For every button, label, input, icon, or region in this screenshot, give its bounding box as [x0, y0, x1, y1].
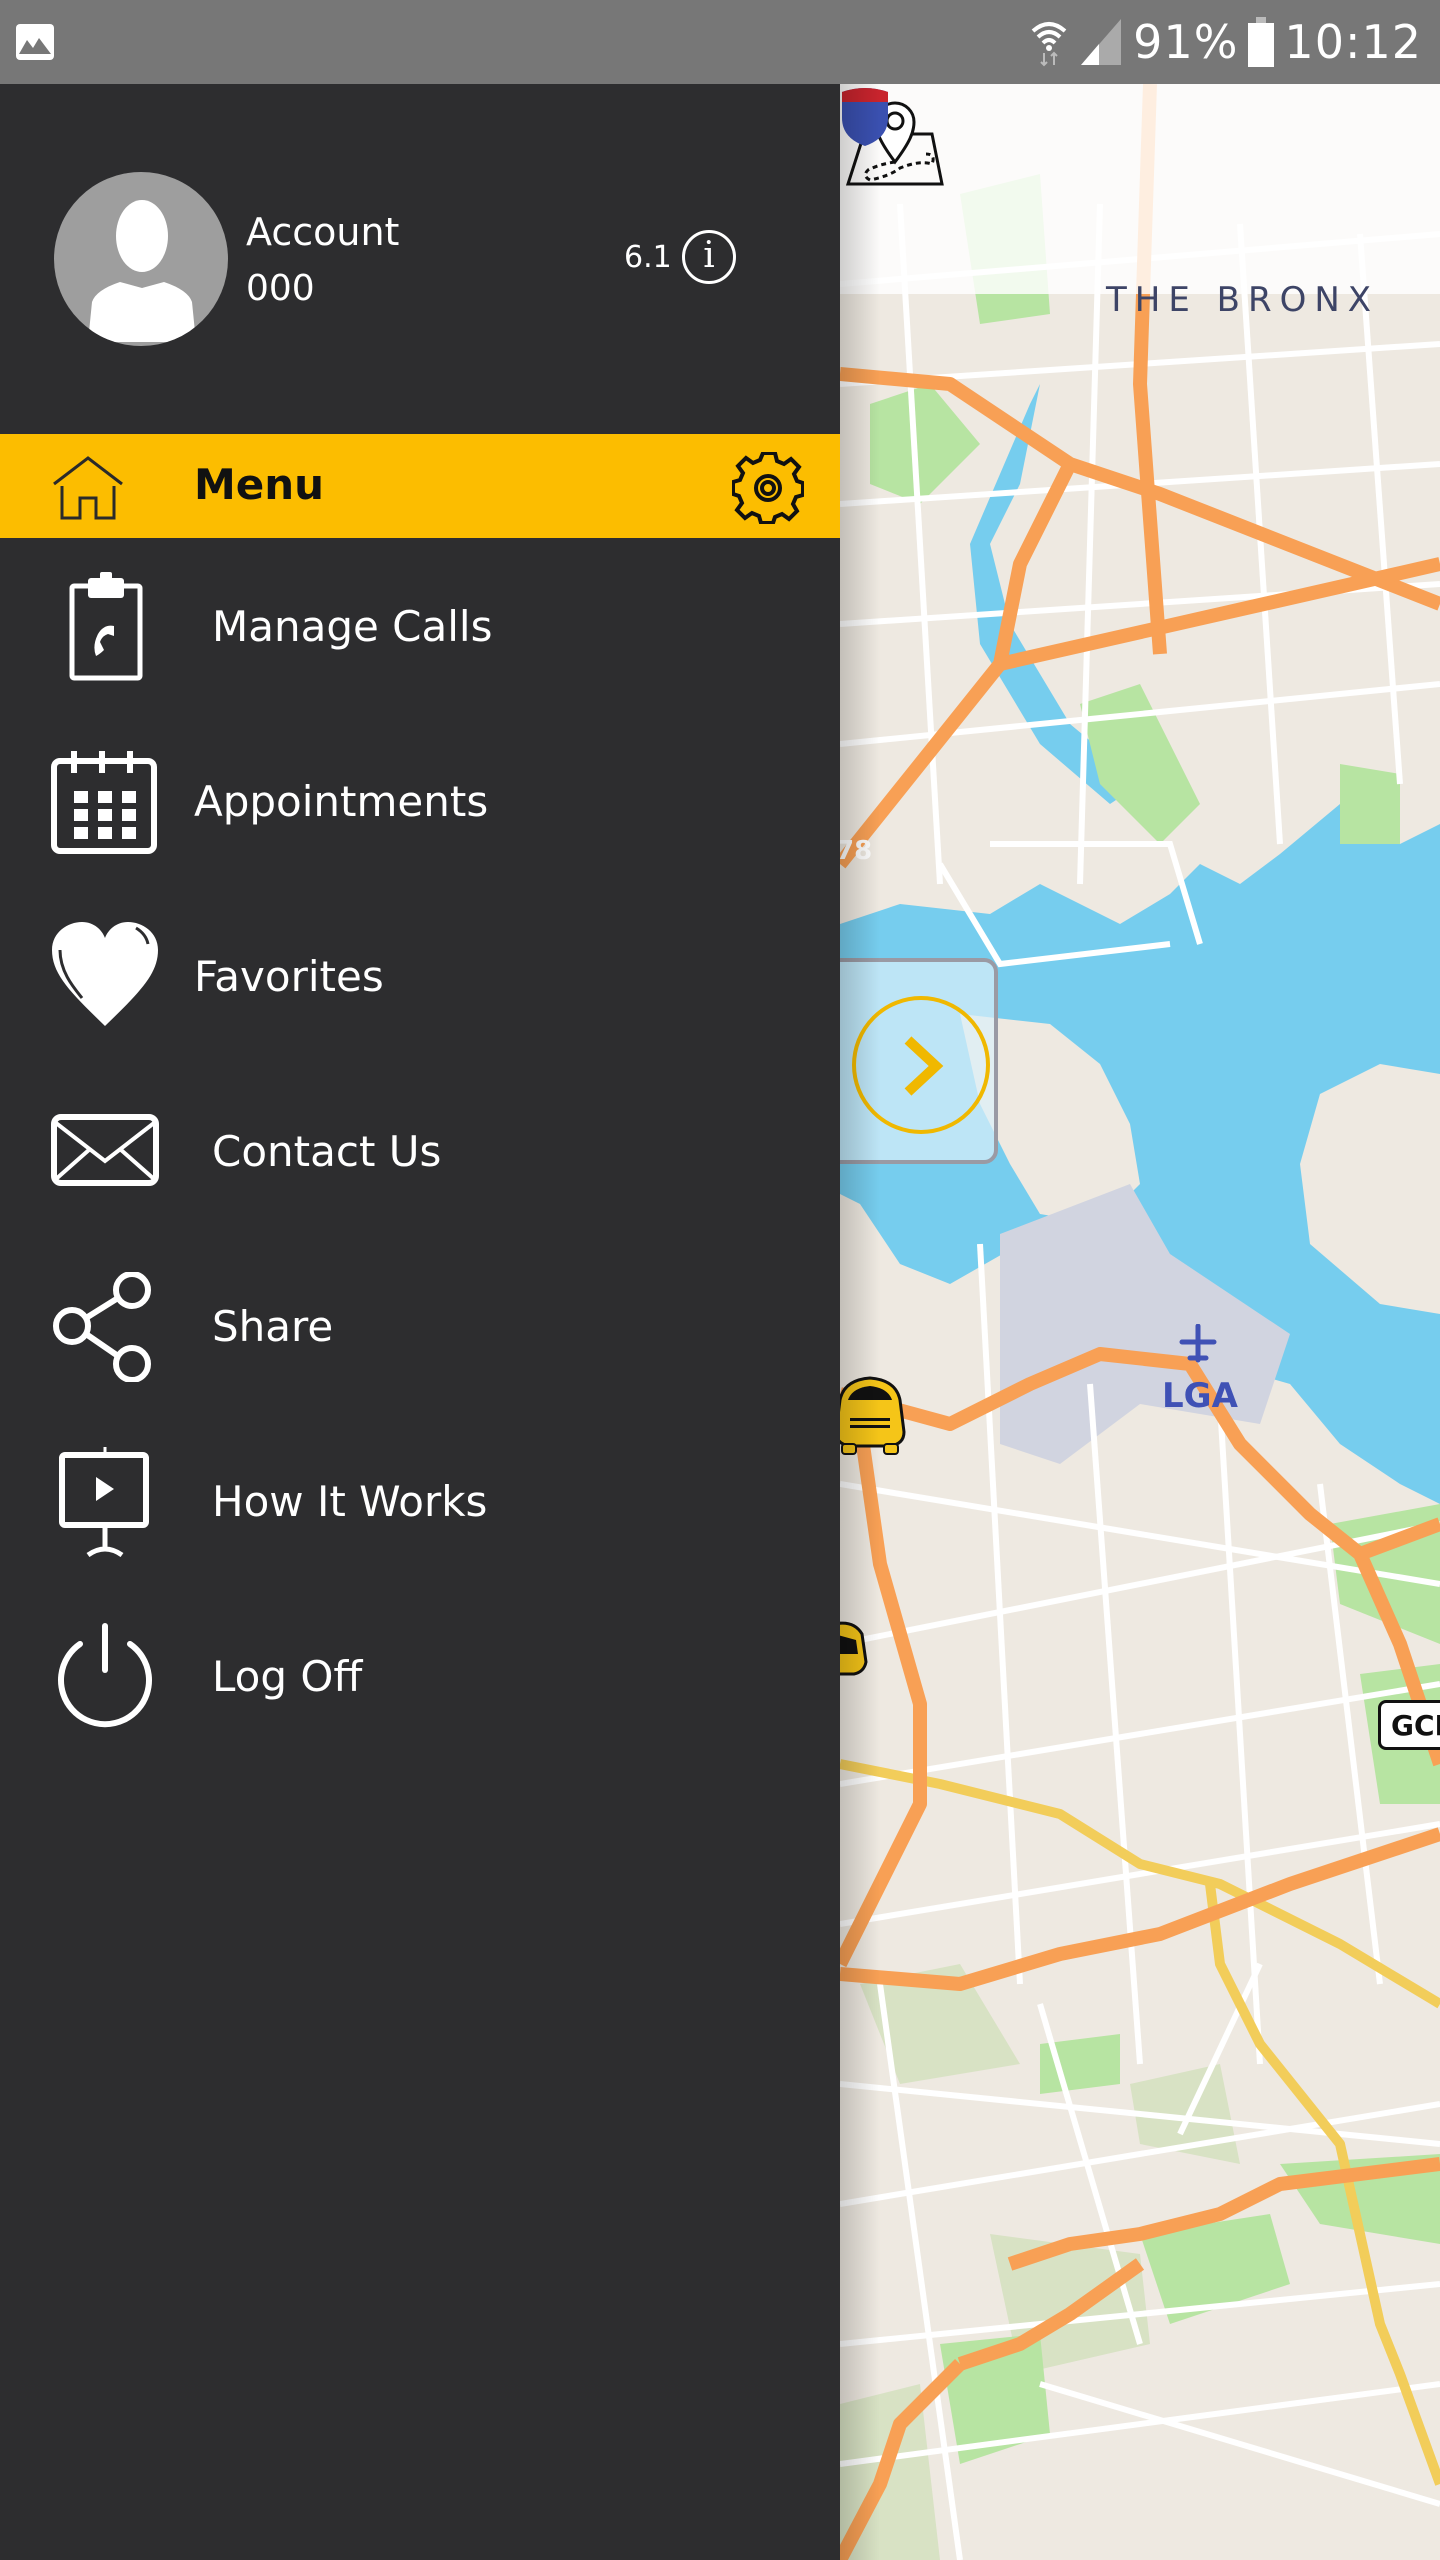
clock: 10:12 — [1284, 15, 1422, 69]
image-icon — [16, 24, 54, 60]
heart-icon — [52, 922, 158, 1026]
avatar[interactable] — [54, 172, 228, 346]
menu-item-manage-calls[interactable]: Manage Calls — [0, 538, 840, 713]
park-label-gcp: GCP — [1378, 1700, 1440, 1750]
battery-icon — [1248, 17, 1275, 67]
calendar-icon — [51, 751, 157, 854]
park — [1340, 764, 1400, 844]
menu-item-label: Share — [212, 1302, 334, 1351]
area-label-bronx: THE BRONX — [1106, 280, 1380, 320]
menu-item-log-off[interactable]: Log Off — [0, 1588, 840, 1763]
menu-item-appointments[interactable]: Appointments — [0, 713, 840, 888]
menu-item-label: Appointments — [194, 777, 489, 826]
power-icon — [58, 1623, 152, 1728]
menu-list: Manage Calls Appointments Favorites Cont… — [0, 538, 840, 1763]
gear-icon[interactable] — [732, 452, 804, 524]
menu-item-label: Manage Calls — [212, 602, 493, 651]
share-icon — [53, 1272, 151, 1382]
cell-signal-icon — [1081, 19, 1122, 65]
info-button[interactable]: i — [682, 230, 736, 284]
navigation-drawer: Account 000 6.1 i Menu Manage Calls Appo… — [0, 84, 840, 2560]
map-canvas[interactable] — [840, 84, 1440, 2560]
menu-item-share[interactable]: Share — [0, 1238, 840, 1413]
menu-header[interactable]: Menu — [0, 434, 840, 538]
profile-section: Account 000 6.1 i — [0, 84, 840, 434]
home-icon[interactable] — [52, 456, 124, 520]
airport-label-lga: LGA — [1162, 1376, 1238, 1416]
map-view[interactable]: THE BRONX 78 LGA GCP — [840, 84, 1440, 2560]
menu-item-favorites[interactable]: Favorites — [0, 888, 840, 1063]
presentation-icon — [59, 1447, 149, 1557]
menu-item-contact-us[interactable]: Contact Us — [0, 1063, 840, 1238]
park — [870, 384, 980, 504]
account-label: Account — [246, 210, 400, 254]
drawer-shadow — [840, 84, 880, 2560]
info-icon: i — [703, 235, 715, 276]
status-bar: 91% 10:12 — [0, 0, 1440, 84]
menu-title: Menu — [194, 460, 325, 509]
menu-item-label: Contact Us — [212, 1127, 442, 1176]
menu-item-how-it-works[interactable]: How It Works — [0, 1413, 840, 1588]
app-version: 6.1 — [624, 240, 672, 275]
battery-percent: 91% — [1133, 15, 1239, 69]
envelope-icon — [51, 1114, 159, 1186]
menu-item-label: How It Works — [212, 1477, 488, 1526]
menu-item-label: Log Off — [212, 1652, 363, 1701]
clipboard-phone-icon — [69, 572, 143, 681]
wifi-data-icon — [1031, 22, 1067, 67]
account-number: 000 — [246, 268, 315, 309]
user-silhouette-icon — [88, 200, 196, 342]
airport-icon — [1179, 1324, 1217, 1363]
menu-item-label: Favorites — [194, 952, 384, 1001]
